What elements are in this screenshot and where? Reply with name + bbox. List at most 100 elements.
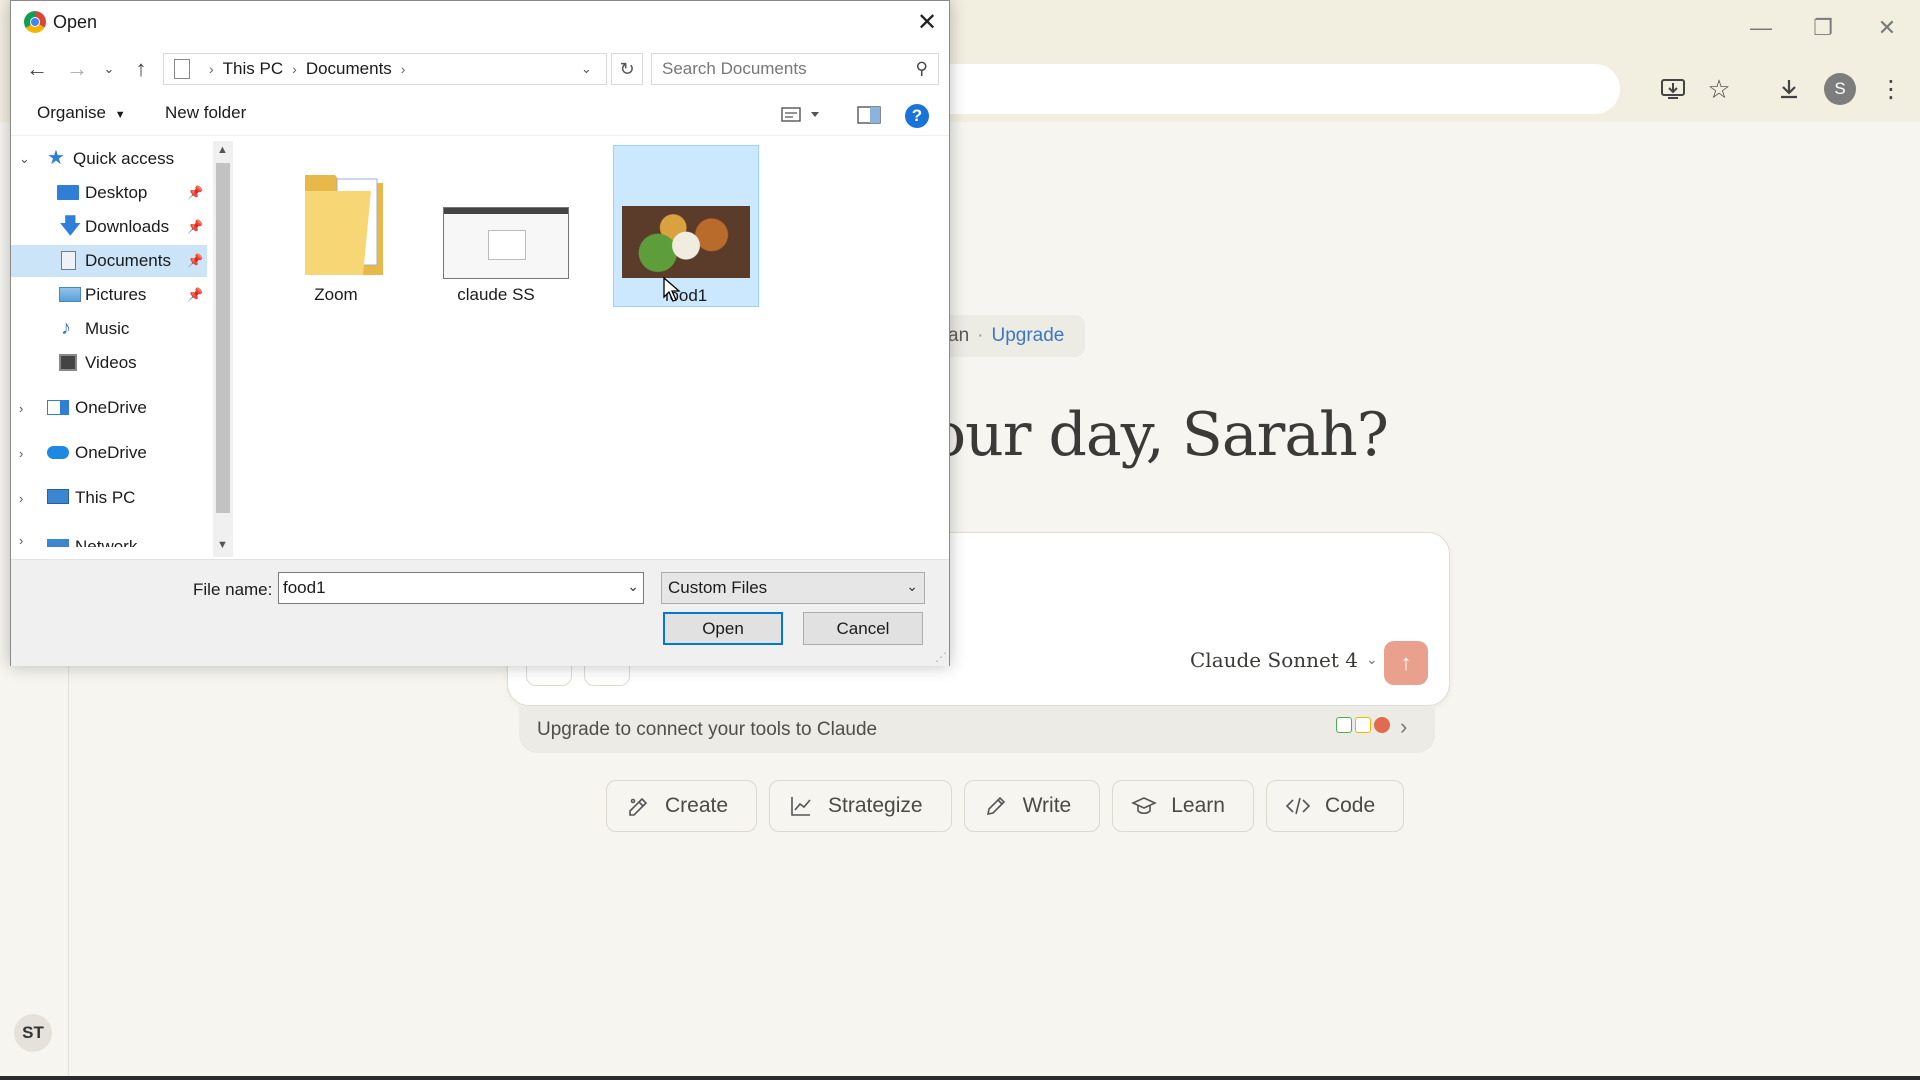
send-button[interactable]: ↑ [1384, 641, 1428, 685]
breadcrumb[interactable]: › This PC › Documents › [163, 53, 607, 85]
close-icon[interactable]: ✕ [911, 7, 943, 37]
caret-down-icon: ▼ [114, 109, 126, 121]
tree-item-label: Desktop [85, 183, 148, 202]
tree-item-pictures[interactable]: Pictures 📌 [11, 279, 207, 311]
collapsed-chevron-icon[interactable]: › [19, 533, 23, 547]
bookmark-star-icon[interactable]: ☆ [1700, 70, 1738, 108]
chart-icon [791, 797, 811, 816]
file-item-zoom[interactable]: Zoom [263, 145, 409, 307]
cancel-button[interactable]: Cancel [803, 612, 923, 645]
chip-label: Code [1324, 794, 1376, 817]
profile-avatar[interactable]: S [1824, 73, 1856, 105]
pin-icon[interactable]: 📌 [187, 287, 203, 303]
image-thumbnail [443, 207, 569, 279]
menu-kebab-icon[interactable]: ⋮ [1872, 70, 1910, 108]
file-name-input[interactable]: food1 ⌄ [278, 572, 644, 604]
tree-item-onedrive[interactable]: › OneDrive [11, 437, 207, 469]
chip-learn[interactable]: Learn [1112, 780, 1254, 832]
search-input[interactable]: Search Documents ⚲ [651, 53, 939, 85]
tree-item-label: Quick access [73, 149, 175, 168]
model-selector[interactable]: Claude Sonnet 4 ⌄ [1190, 648, 1378, 672]
install-app-icon[interactable] [1654, 70, 1692, 108]
tree-item-label: Music [85, 319, 130, 338]
collapsed-chevron-icon[interactable]: › [19, 491, 23, 506]
downloads-icon[interactable] [1770, 70, 1808, 108]
tree-item-onedrive-personal[interactable]: › OneDrive [11, 392, 207, 424]
chevron-down-icon[interactable]: ⌄ [627, 578, 639, 595]
scrollbar-thumb[interactable] [216, 163, 230, 513]
user-initials-badge[interactable]: ST [14, 1014, 52, 1052]
create-icon [629, 797, 648, 816]
open-button[interactable]: Open [663, 612, 783, 645]
tree-item-this-pc[interactable]: › This PC [11, 482, 207, 514]
computer-icon [47, 489, 69, 504]
chevron-right-icon[interactable]: › [1400, 714, 1407, 740]
tree-item-downloads[interactable]: 🡇 Downloads 📌 [11, 211, 207, 243]
pin-icon[interactable]: 📌 [187, 219, 203, 235]
address-dropdown-icon[interactable]: ⌄ [581, 61, 592, 77]
minimize-icon[interactable]: — [1732, 8, 1790, 48]
integration-icon [1336, 717, 1352, 733]
tree-item-videos[interactable]: Videos [11, 347, 207, 379]
recent-locations-chevron-icon[interactable]: ⌄ [95, 55, 123, 83]
separator-dot: · [977, 325, 984, 346]
expanded-chevron-icon[interactable]: ⌄ [19, 151, 30, 167]
tree-item-documents[interactable]: Documents 📌 [11, 245, 207, 277]
pin-icon[interactable]: 📌 [187, 185, 203, 201]
resize-grip-icon[interactable]: ⋰ [935, 650, 947, 664]
new-folder-button[interactable]: New folder [165, 103, 246, 123]
tree-item-label: OneDrive [75, 398, 147, 417]
file-type-select[interactable]: Custom Files ⌄ [661, 572, 925, 604]
breadcrumb-documents[interactable]: Documents [306, 59, 392, 79]
chip-label: Learn [1171, 794, 1225, 817]
organise-button[interactable]: Organise ▼ [37, 103, 126, 123]
chip-write[interactable]: Write [963, 780, 1101, 832]
tree-item-label: Network [75, 537, 138, 547]
collapsed-chevron-icon[interactable]: › [19, 446, 23, 461]
help-icon[interactable]: ? [905, 104, 929, 128]
collapsed-chevron-icon[interactable]: › [19, 401, 23, 416]
tree-item-music[interactable]: ♪ Music [11, 313, 207, 345]
mouse-cursor-icon [663, 277, 681, 302]
chip-label: Strategize [828, 794, 923, 817]
plan-text: an [948, 325, 970, 346]
tree-item-quick-access[interactable]: ⌄ ★ Quick access [11, 143, 207, 175]
chip-create[interactable]: Create [606, 780, 758, 832]
up-arrow-icon[interactable]: ↑ [127, 55, 155, 83]
refresh-icon[interactable]: ↻ [611, 53, 643, 85]
scroll-down-icon[interactable]: ▼ [217, 539, 228, 551]
back-arrow-icon[interactable]: ← [23, 55, 51, 83]
pin-icon[interactable]: 📌 [187, 253, 203, 269]
chrome-logo-icon [24, 11, 46, 33]
restore-icon[interactable]: ❐ [1794, 8, 1852, 48]
tools-banner[interactable]: Upgrade to connect your tools to Claude [519, 707, 1435, 753]
search-icon: ⚲ [915, 59, 928, 78]
chip-code[interactable]: Code [1265, 780, 1405, 832]
file-item-food1[interactable]: food1 [613, 145, 759, 307]
dialog-footer: File name: food1 ⌄ Custom Files ⌄ Open C… [11, 559, 949, 666]
window-close-icon[interactable]: ✕ [1858, 8, 1916, 48]
scroll-up-icon[interactable]: ▲ [217, 144, 228, 156]
pen-icon [986, 796, 1005, 816]
preview-pane-icon[interactable] [857, 105, 881, 130]
document-location-icon [174, 59, 190, 79]
tree-scrollbar[interactable]: ▲ ▼ [213, 141, 233, 557]
file-name: food1 [664, 286, 708, 305]
pictures-icon [59, 287, 81, 302]
tree-item-desktop[interactable]: Desktop 📌 [11, 177, 207, 209]
breadcrumb-this-pc[interactable]: This PC [223, 59, 283, 79]
tree-item-label: Videos [85, 353, 137, 372]
view-options-icon[interactable] [781, 105, 825, 130]
chip-label: Create [665, 794, 729, 817]
file-item-claude-ss[interactable]: claude SS [423, 145, 569, 307]
breadcrumb-separator-icon: › [400, 61, 406, 77]
chevron-down-icon: ⌄ [1365, 652, 1378, 668]
desktop-icon [57, 185, 79, 200]
forward-arrow-icon[interactable]: → [63, 55, 91, 83]
dialog-titlebar: Open ✕ [11, 1, 949, 43]
download-arrow-icon: 🡇 [59, 213, 82, 238]
upgrade-link[interactable]: Upgrade [991, 325, 1064, 347]
tree-item-network[interactable]: › Network [11, 525, 207, 547]
chip-strategize[interactable]: Strategize [769, 780, 952, 832]
search-placeholder: Search Documents [662, 59, 807, 78]
